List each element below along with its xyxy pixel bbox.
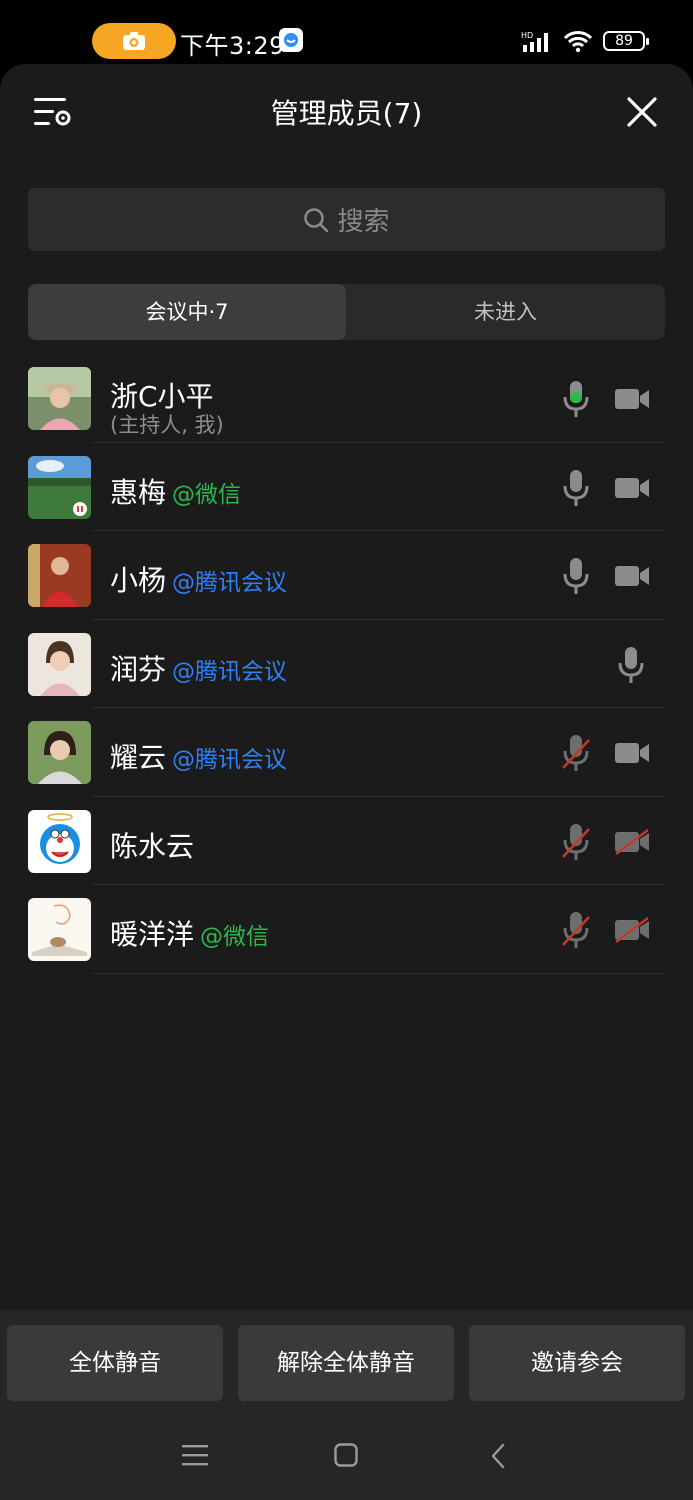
member-name-line: 惠梅 @微信: [110, 471, 241, 511]
unmute-all-button[interactable]: 解除全体静音: [238, 1325, 454, 1401]
system-nav-bar: [0, 1412, 693, 1500]
mute-all-button[interactable]: 全体静音: [7, 1325, 223, 1401]
member-row[interactable]: 小杨 @腾讯会议: [0, 531, 693, 620]
mic-muted-icon[interactable]: [561, 734, 591, 772]
tab-in-meeting[interactable]: 会议中·7: [28, 284, 346, 340]
app-notification-icon: [279, 28, 303, 52]
member-name-line: 润芬 @腾讯会议: [110, 648, 287, 688]
system-icons: HD 89: [521, 28, 649, 54]
member-source-tag: @腾讯会议: [172, 570, 288, 596]
mic-active-icon[interactable]: [561, 380, 591, 418]
menu-icon[interactable]: [182, 1444, 208, 1466]
mic-icon[interactable]: [616, 646, 646, 684]
member-name-line: 陈水云: [110, 825, 194, 865]
member-role: (主持人, 我): [110, 413, 224, 437]
member-row[interactable]: 浙C小平 (主持人, 我): [0, 354, 693, 443]
mic-icon[interactable]: [561, 469, 591, 507]
member-name: 惠梅: [110, 475, 167, 509]
status-time: 下午3:29: [180, 32, 285, 60]
member-name: 小杨: [110, 564, 167, 597]
mic-muted-icon[interactable]: [561, 823, 591, 861]
member-tabs: 会议中·7 未进入: [28, 284, 665, 340]
member-name: 润芬: [110, 652, 167, 686]
page-title: 管理成员(7): [270, 97, 423, 130]
avatar: [28, 721, 91, 784]
member-name: 陈水云: [110, 829, 195, 863]
avatar: [28, 455, 91, 519]
close-icon[interactable]: [626, 96, 658, 128]
svg-text:HD: HD: [521, 31, 533, 40]
member-source-tag: @腾讯会议: [172, 658, 288, 685]
member-source-tag: @腾讯会议: [172, 747, 288, 773]
avatar: [28, 898, 91, 961]
row-divider: [92, 972, 665, 974]
member-name-line: 暖洋洋 @微信: [110, 913, 269, 953]
avatar: [28, 367, 91, 430]
battery-indicator: 89: [603, 31, 649, 51]
avatar: [28, 809, 91, 873]
member-name: 耀云: [110, 741, 167, 774]
camera-off-icon[interactable]: [614, 386, 650, 412]
member-source-tag: @微信: [200, 924, 270, 950]
home-icon[interactable]: [334, 1443, 358, 1467]
member-source-tag: @微信: [172, 481, 242, 508]
camera-disabled-icon[interactable]: [614, 828, 650, 855]
avatar: [28, 632, 91, 696]
camera-off-icon[interactable]: [614, 475, 650, 501]
member-name: 暖洋洋: [110, 918, 195, 951]
camera-off-icon[interactable]: [614, 740, 650, 766]
tab-not-joined[interactable]: 未进入: [346, 284, 665, 340]
member-row[interactable]: 耀云 @腾讯会议: [0, 708, 693, 797]
search-input[interactable]: 搜索: [28, 188, 665, 251]
avatar: [28, 544, 91, 607]
member-name-line: 耀云 @腾讯会议: [110, 736, 287, 776]
status-bar: 下午3:29 HD 89: [0, 0, 693, 64]
member-row[interactable]: 润芬 @腾讯会议: [0, 620, 693, 708]
mic-icon[interactable]: [561, 557, 591, 595]
search-icon: [304, 207, 329, 232]
member-name-line: 小杨 @腾讯会议: [110, 559, 287, 599]
member-list: 浙C小平 (主持人, 我) 惠梅 @微信 小杨 @腾讯会议 润芬 @腾讯会议 耀…: [0, 354, 693, 974]
member-row[interactable]: 陈水云: [0, 797, 693, 885]
signal-icon: HD: [521, 31, 548, 52]
camera-icon: [123, 32, 145, 50]
member-row[interactable]: 暖洋洋 @微信: [0, 885, 693, 974]
invite-button[interactable]: 邀请参会: [469, 1325, 685, 1401]
camera-disabled-icon[interactable]: [614, 917, 650, 943]
bottom-action-bar: 全体静音 解除全体静音 邀请参会: [0, 1310, 693, 1500]
wifi-icon: [563, 31, 593, 53]
manage-members-sheet: 管理成员(7) 搜索 会议中·7 未进入 浙C小平 (主持人, 我) 惠梅 @微…: [0, 64, 693, 1500]
mic-muted-icon[interactable]: [561, 911, 591, 949]
member-row[interactable]: 惠梅 @微信: [0, 443, 693, 531]
camera-off-icon[interactable]: [614, 563, 650, 589]
search-placeholder: 搜索: [337, 207, 390, 237]
back-icon[interactable]: [490, 1443, 506, 1469]
screen-record-indicator[interactable]: [92, 23, 176, 59]
